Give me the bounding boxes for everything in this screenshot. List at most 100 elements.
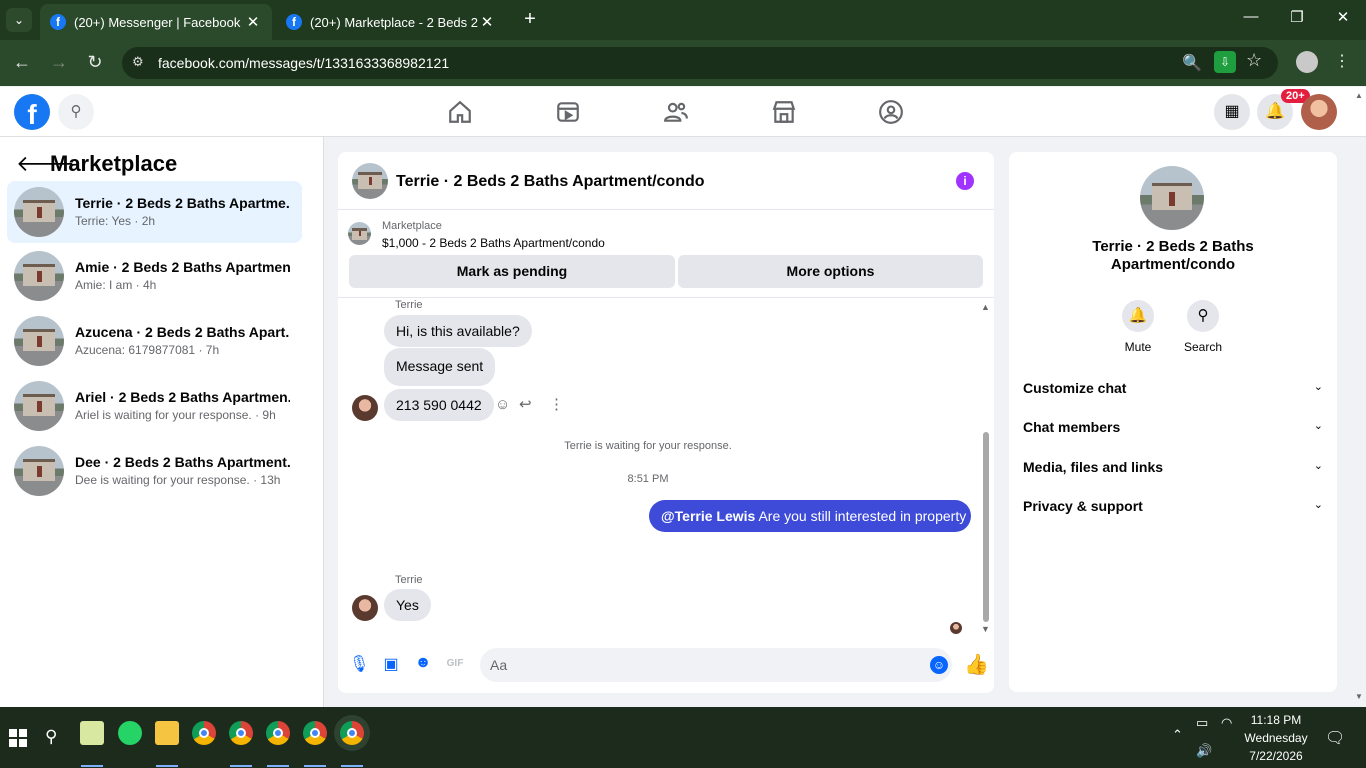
tab-messenger[interactable]: f (20+) Messenger | Facebook ✕ [40, 4, 272, 40]
clock-time: 11:18 PM [1250, 713, 1302, 727]
incoming-message[interactable]: Message sent [384, 348, 496, 386]
groups-icon[interactable] [878, 99, 904, 125]
tab-close-icon[interactable]: ✕ [244, 13, 262, 31]
message-input[interactable]: Aa ☺ [480, 648, 952, 682]
chrome-app-icon[interactable] [340, 721, 364, 745]
conversation-item[interactable]: Amie · 2 Beds 2 Baths Apartmen... Amie: … [7, 245, 302, 307]
profile-icon[interactable] [1296, 51, 1318, 73]
scroll-thumb[interactable] [983, 432, 989, 622]
chrome-app-icon[interactable] [266, 721, 290, 745]
section-label: Chat members [1023, 419, 1121, 435]
search-icon[interactable]: ⚲ [58, 94, 94, 130]
listing-thumbnail[interactable] [1140, 166, 1204, 230]
friends-icon[interactable] [663, 99, 689, 125]
listing-thumbnail[interactable] [352, 163, 388, 199]
marketplace-icon[interactable] [771, 99, 797, 125]
chrome-app-icon[interactable] [192, 721, 216, 745]
clock-day: Wednesday [1244, 731, 1308, 745]
close-window-icon[interactable]: ✕ [1328, 8, 1358, 26]
action-center-icon[interactable]: 🗨 [1325, 728, 1345, 748]
taskbar-search-icon[interactable]: ⚲ [45, 727, 57, 747]
section-chat-members[interactable]: Chat members ⌄ [1023, 419, 1323, 443]
restore-icon[interactable]: ❐ [1282, 8, 1312, 26]
scroll-up-arrow-icon[interactable]: ▲ [981, 302, 990, 312]
tab-marketplace[interactable]: f (20+) Marketplace - 2 Beds 2 Ba ✕ [276, 4, 506, 40]
wifi-icon[interactable]: ◠ [1221, 715, 1232, 731]
more-actions-icon[interactable]: ⋮ [549, 395, 564, 413]
react-emoji-icon[interactable]: ☺ [495, 396, 510, 413]
chat-scrollbar[interactable]: ▲ ▼ [981, 302, 991, 634]
sticker-icon[interactable]: ☻ [413, 654, 433, 674]
install-app-icon[interactable]: ⇩ [1214, 51, 1236, 73]
account-avatar[interactable] [1301, 94, 1337, 130]
site-info-icon[interactable]: ⚙ [132, 54, 144, 70]
incoming-message[interactable]: Yes [384, 589, 431, 621]
taskbar-clock[interactable]: 11:18 PM Wednesday 7/22/2026 [1236, 711, 1316, 765]
bookmark-star-icon[interactable]: ☆ [1246, 50, 1262, 71]
minimize-icon[interactable]: — [1236, 8, 1266, 25]
conversation-name: Amie · 2 Beds 2 Baths Apartmen... [75, 259, 290, 275]
video-icon[interactable] [555, 99, 581, 125]
facebook-logo-icon[interactable]: f [14, 94, 50, 130]
volume-icon[interactable]: 🔊 [1196, 743, 1212, 759]
conversation-item[interactable]: Azucena · 2 Beds 2 Baths Apart... Azucen… [7, 310, 302, 372]
file-explorer-icon[interactable] [155, 721, 179, 745]
tab-list-button[interactable]: ⌄ [6, 8, 32, 32]
emoji-icon[interactable]: ☺ [930, 656, 948, 674]
mute-button[interactable]: 🔔 Mute [1108, 300, 1168, 354]
seen-indicator-avatar [950, 622, 962, 634]
forward-icon[interactable]: → [47, 52, 71, 73]
section-privacy-support[interactable]: Privacy & support ⌄ [1023, 498, 1323, 522]
section-customize-chat[interactable]: Customize chat ⌄ [1023, 380, 1323, 404]
listing-thumbnail [14, 381, 64, 431]
listing-title[interactable]: $1,000 - 2 Beds 2 Baths Apartment/condo [382, 236, 605, 250]
chrome-app-icon[interactable] [229, 721, 253, 745]
back-icon[interactable]: ← [10, 52, 34, 73]
microphone-icon[interactable]: 🎙 [349, 654, 369, 674]
photo-icon[interactable]: ▣ [381, 654, 401, 674]
chat-title[interactable]: Terrie · 2 Beds 2 Baths Apartment/condo [396, 173, 705, 191]
thumbs-up-icon[interactable]: 👍 [964, 652, 989, 677]
scroll-down-arrow-icon[interactable]: ▼ [981, 624, 990, 634]
conversation-item[interactable]: Terrie · 2 Beds 2 Baths Apartme... Terri… [7, 181, 302, 243]
tab-close-icon[interactable]: ✕ [478, 13, 496, 31]
zoom-icon[interactable]: 🔍 [1181, 53, 1203, 73]
new-tab-button[interactable]: + [518, 8, 542, 31]
menu-grid-icon[interactable]: ▦ [1214, 94, 1250, 130]
conversation-name: Dee · 2 Beds 2 Baths Apartment... [75, 454, 290, 470]
outgoing-message[interactable]: @Terrie Lewis Are you still interested i… [649, 500, 978, 532]
more-options-button[interactable]: More options [678, 255, 983, 288]
gif-icon[interactable]: GIF [445, 654, 465, 674]
section-media-files-links[interactable]: Media, files and links ⌄ [1023, 459, 1323, 483]
battery-icon[interactable]: ▭ [1196, 715, 1208, 731]
conversation-item[interactable]: Dee · 2 Beds 2 Baths Apartment... Dee is… [7, 440, 302, 502]
home-icon[interactable] [447, 99, 473, 125]
contact-avatar[interactable] [352, 395, 378, 421]
conversation-snippet: Ariel is waiting for your response. · 9h [75, 408, 276, 422]
incoming-message[interactable]: Hi, is this available? [384, 315, 532, 347]
running-indicator [156, 765, 178, 767]
whatsapp-app-icon[interactable] [118, 721, 142, 745]
running-indicator [341, 765, 363, 767]
address-bar[interactable]: ⚙ facebook.com/messages/t/13316333689821… [122, 47, 1278, 79]
mark-as-pending-button[interactable]: Mark as pending [349, 255, 675, 288]
windows-start-icon[interactable] [9, 729, 27, 747]
menu-kebab-icon[interactable]: ⋮ [1334, 51, 1350, 71]
notepad-app-icon[interactable] [80, 721, 104, 745]
contact-avatar[interactable] [352, 595, 378, 621]
page-scroll-down-icon[interactable]: ▼ [1355, 692, 1363, 701]
reply-icon[interactable]: ↩ [519, 395, 532, 413]
conversation-item[interactable]: Ariel · 2 Beds 2 Baths Apartmen... Ariel… [7, 375, 302, 437]
tab-title: (20+) Marketplace - 2 Beds 2 Ba [310, 14, 478, 30]
incoming-message[interactable]: 213 590 0442 [384, 389, 494, 421]
show-hidden-icons-chevron-icon[interactable]: ⌃ [1172, 727, 1183, 743]
mention[interactable]: @Terrie Lewis [661, 508, 755, 524]
page-scroll-up-icon[interactable]: ▲ [1355, 91, 1363, 100]
info-icon[interactable]: i [956, 172, 974, 190]
message-input-placeholder: Aa [490, 657, 508, 673]
chrome-app-icon[interactable] [303, 721, 327, 745]
listing-thumbnail[interactable] [348, 222, 371, 245]
search-chat-button[interactable]: ⚲ Search [1173, 300, 1233, 354]
reload-icon[interactable]: ↻ [83, 52, 107, 73]
running-indicator [304, 765, 326, 767]
